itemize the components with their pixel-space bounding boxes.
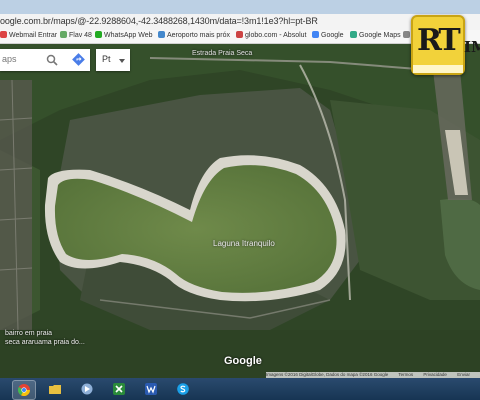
satellite-map[interactable] <box>0 44 480 378</box>
globo-icon <box>236 31 243 38</box>
send-link[interactable]: Enviar <box>457 372 470 377</box>
lagoon-label[interactable]: Laguna Itranquilo <box>213 239 275 248</box>
media-icon <box>81 383 93 395</box>
google-watermark: Google <box>224 355 262 367</box>
bookmark-aeroporto[interactable]: Aeroporto mais próx <box>158 31 230 39</box>
taskbar-chrome[interactable] <box>12 380 36 400</box>
chrome-icon <box>18 384 30 396</box>
language-select[interactable]: Pt <box>96 49 130 71</box>
bookmark-google[interactable]: Google <box>312 31 344 39</box>
whatsapp-icon <box>95 31 102 38</box>
chevron-down-icon <box>119 59 125 63</box>
address-bar[interactable]: oogle.com.br/maps/@-22.9288604,-42.34882… <box>0 14 480 31</box>
taskbar-word[interactable] <box>140 380 162 398</box>
flav-icon <box>60 31 67 38</box>
url-text[interactable]: oogle.com.br/maps/@-22.9288604,-42.34882… <box>0 16 318 26</box>
place-label[interactable]: bairro em praia seca araruama praia do..… <box>5 329 85 347</box>
folder-icon <box>49 385 61 394</box>
taskbar <box>0 378 480 400</box>
language-value: Pt <box>102 54 111 64</box>
google-maps-icon <box>350 31 357 38</box>
logo-side-text: IM <box>464 38 480 56</box>
taskbar-media[interactable] <box>76 380 98 398</box>
google-icon <box>312 31 319 38</box>
ec-icon <box>403 31 410 38</box>
bookmark-whatsapp[interactable]: WhatsApp Web <box>95 31 153 39</box>
aeroporto-icon <box>158 31 165 38</box>
taskbar-excel[interactable] <box>108 380 130 398</box>
skype-icon <box>177 383 189 395</box>
privacy-link[interactable]: Privacidade <box>423 372 447 377</box>
bookmark-webmail[interactable]: Webmail Entrar <box>0 31 57 39</box>
word-icon <box>145 383 157 395</box>
bookmark-globo[interactable]: globo.com - Absolut <box>236 31 306 39</box>
terms-link[interactable]: Termos <box>398 372 413 377</box>
bookmarks-bar: Webmail Entrar Flav 48 WhatsApp Web Aero… <box>0 30 480 44</box>
excel-icon <box>113 383 125 395</box>
taskbar-folder[interactable] <box>44 380 66 398</box>
map-search-box[interactable]: aps <box>0 49 90 71</box>
webmail-icon <box>0 31 7 38</box>
taskbar-skype[interactable] <box>172 380 194 398</box>
bookmark-google-maps[interactable]: Google Maps <box>350 31 401 39</box>
road-label: Estrada Praia Seca <box>192 50 253 57</box>
logo-initials: RT <box>417 23 461 58</box>
logo-stripe <box>413 65 463 73</box>
rt-logo: RT <box>411 15 465 75</box>
search-input[interactable]: aps <box>2 54 17 64</box>
satellite-imagery <box>0 44 480 378</box>
bookmark-flav[interactable]: Flav 48 <box>60 31 92 39</box>
search-icon[interactable] <box>46 54 58 66</box>
window-top-bar <box>0 0 480 14</box>
directions-icon[interactable] <box>72 53 85 66</box>
